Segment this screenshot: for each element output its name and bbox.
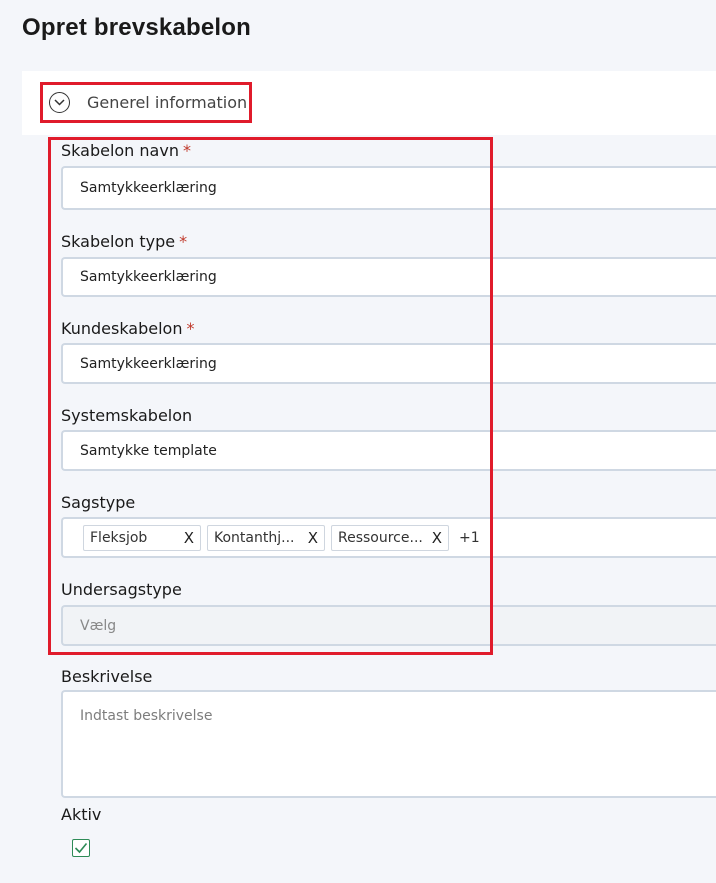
section-toggle[interactable]: Generel information bbox=[40, 82, 252, 123]
systemskabelon-label: Systemskabelon bbox=[61, 406, 193, 425]
section-title: Generel information bbox=[87, 93, 248, 112]
kundeskabelon-label: Kundeskabelon * bbox=[61, 319, 194, 338]
required-marker: * bbox=[179, 232, 188, 251]
tag-label: Kontanthj... bbox=[214, 529, 295, 546]
remove-tag-icon[interactable]: X bbox=[308, 529, 318, 547]
tag-label: Fleksjob bbox=[90, 529, 148, 546]
required-marker: * bbox=[186, 319, 195, 338]
required-marker: * bbox=[182, 141, 191, 160]
skabelon-navn-label-text: Skabelon navn bbox=[61, 141, 179, 160]
skabelon-type-label-text: Skabelon type bbox=[61, 232, 176, 251]
kundeskabelon-label-text: Kundeskabelon bbox=[61, 319, 183, 338]
chevron-down-circle-icon bbox=[49, 92, 70, 113]
aktiv-checkbox[interactable] bbox=[72, 839, 90, 857]
more-tags-count[interactable]: +1 bbox=[459, 530, 480, 546]
sagstype-tag: Fleksjob X bbox=[83, 524, 201, 551]
remove-tag-icon[interactable]: X bbox=[184, 529, 194, 547]
sagstype-label: Sagstype bbox=[61, 493, 136, 512]
checkmark-icon bbox=[74, 842, 88, 854]
systemskabelon-select[interactable]: Samtykke template bbox=[61, 430, 716, 471]
beskrivelse-textarea[interactable]: Indtast beskrivelse bbox=[61, 690, 716, 798]
sagstype-multiselect[interactable]: Fleksjob X Kontanthj... X Ressource... X… bbox=[61, 517, 716, 558]
undersagstype-select[interactable]: Vælg bbox=[61, 605, 716, 646]
aktiv-label: Aktiv bbox=[61, 805, 102, 824]
fields-highlight-box bbox=[48, 137, 493, 655]
remove-tag-icon[interactable]: X bbox=[432, 529, 442, 547]
skabelon-navn-label: Skabelon navn * bbox=[61, 141, 191, 160]
undersagstype-label: Undersagstype bbox=[61, 580, 182, 599]
page-title: Opret brevskabelon bbox=[22, 14, 252, 41]
skabelon-navn-input[interactable]: Samtykkeerklæring bbox=[61, 166, 716, 210]
skabelon-type-label: Skabelon type * bbox=[61, 232, 187, 251]
sagstype-tag: Kontanthj... X bbox=[207, 524, 325, 551]
beskrivelse-label: Beskrivelse bbox=[61, 667, 153, 686]
skabelon-type-select[interactable]: Samtykkeerklæring bbox=[61, 257, 716, 297]
kundeskabelon-select[interactable]: Samtykkeerklæring bbox=[61, 343, 716, 384]
sagstype-tag: Ressource... X bbox=[331, 524, 449, 551]
tag-label: Ressource... bbox=[338, 529, 423, 546]
